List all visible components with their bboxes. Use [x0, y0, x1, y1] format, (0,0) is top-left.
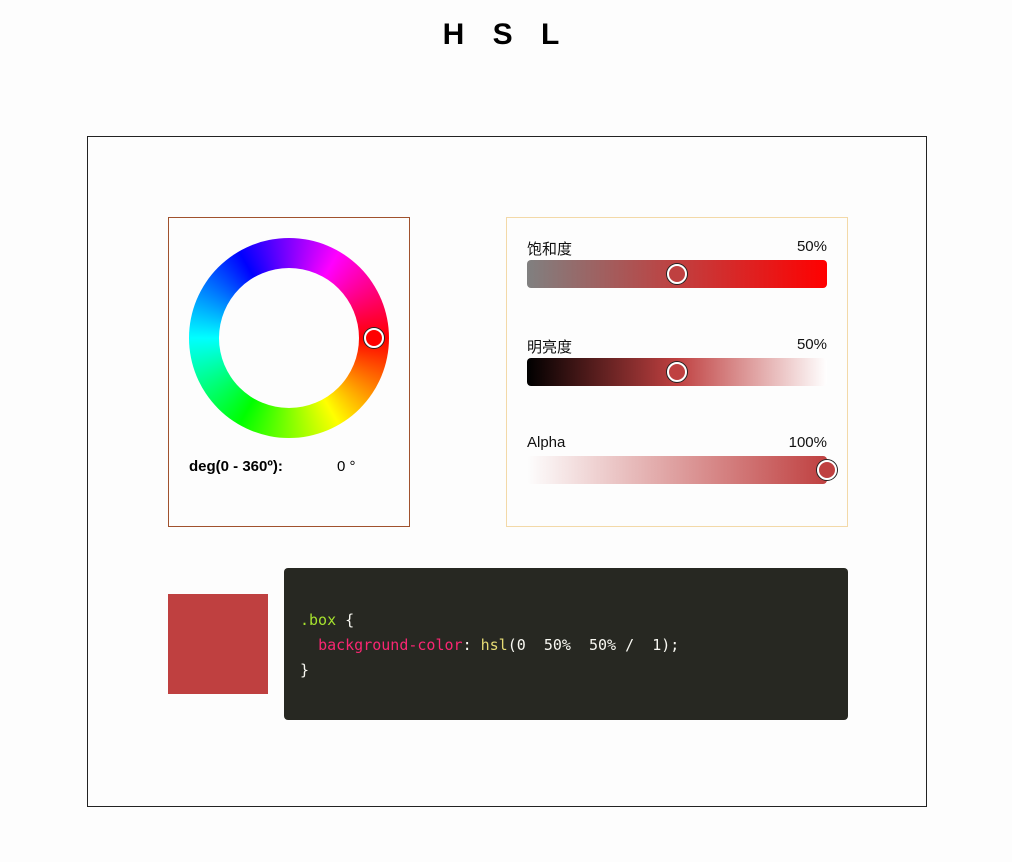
code-arguments: (0 50% 50% / 1);: [507, 636, 680, 654]
lightness-value: 50%: [796, 336, 827, 353]
hue-degree-label: deg(0 - 360º):: [189, 458, 283, 475]
alpha-slider: Alpha 100%: [527, 434, 837, 484]
hue-degree-value: 0 °: [337, 458, 356, 475]
code-function: hsl: [480, 636, 508, 654]
saturation-label: 饱和度: [527, 241, 573, 258]
alpha-label: Alpha: [527, 434, 566, 451]
css-code-block: .box { background-color: hsl(0 50% 50% /…: [284, 568, 848, 720]
color-preview-swatch: [168, 594, 268, 694]
code-colon: :: [462, 636, 481, 654]
code-close-brace: }: [300, 661, 310, 679]
alpha-value: 100%: [788, 434, 827, 451]
code-open-brace: {: [336, 611, 355, 629]
code-property: background-color: [318, 636, 463, 654]
lightness-handle[interactable]: [667, 362, 687, 382]
alpha-track[interactable]: [527, 456, 837, 484]
lightness-label: 明亮度: [527, 339, 573, 356]
hue-wheel-center: [219, 268, 359, 408]
code-selector: .box: [300, 611, 337, 629]
slider-panel: 饱和度 50% 明亮度 50% Alpha 100%: [506, 217, 848, 527]
color-picker-frame: deg(0 - 360º): 0 ° 饱和度 50% 明亮度 50% Alpha: [87, 136, 927, 807]
saturation-slider: 饱和度 50%: [527, 238, 827, 288]
alpha-handle[interactable]: [817, 460, 837, 480]
saturation-handle[interactable]: [667, 264, 687, 284]
code-line-selector: .box {: [300, 608, 832, 633]
hue-wheel-handle[interactable]: [364, 328, 384, 348]
saturation-value: 50%: [796, 238, 827, 255]
saturation-track[interactable]: [527, 260, 827, 288]
page-title: H S L: [442, 18, 570, 51]
lightness-slider: 明亮度 50%: [527, 336, 827, 386]
code-line-declaration: background-color: hsl(0 50% 50% / 1);: [300, 633, 832, 658]
hue-wheel[interactable]: [189, 238, 389, 438]
hue-panel: deg(0 - 360º): 0 °: [168, 217, 410, 527]
code-line-close: }: [300, 658, 832, 683]
lightness-track[interactable]: [527, 358, 827, 386]
